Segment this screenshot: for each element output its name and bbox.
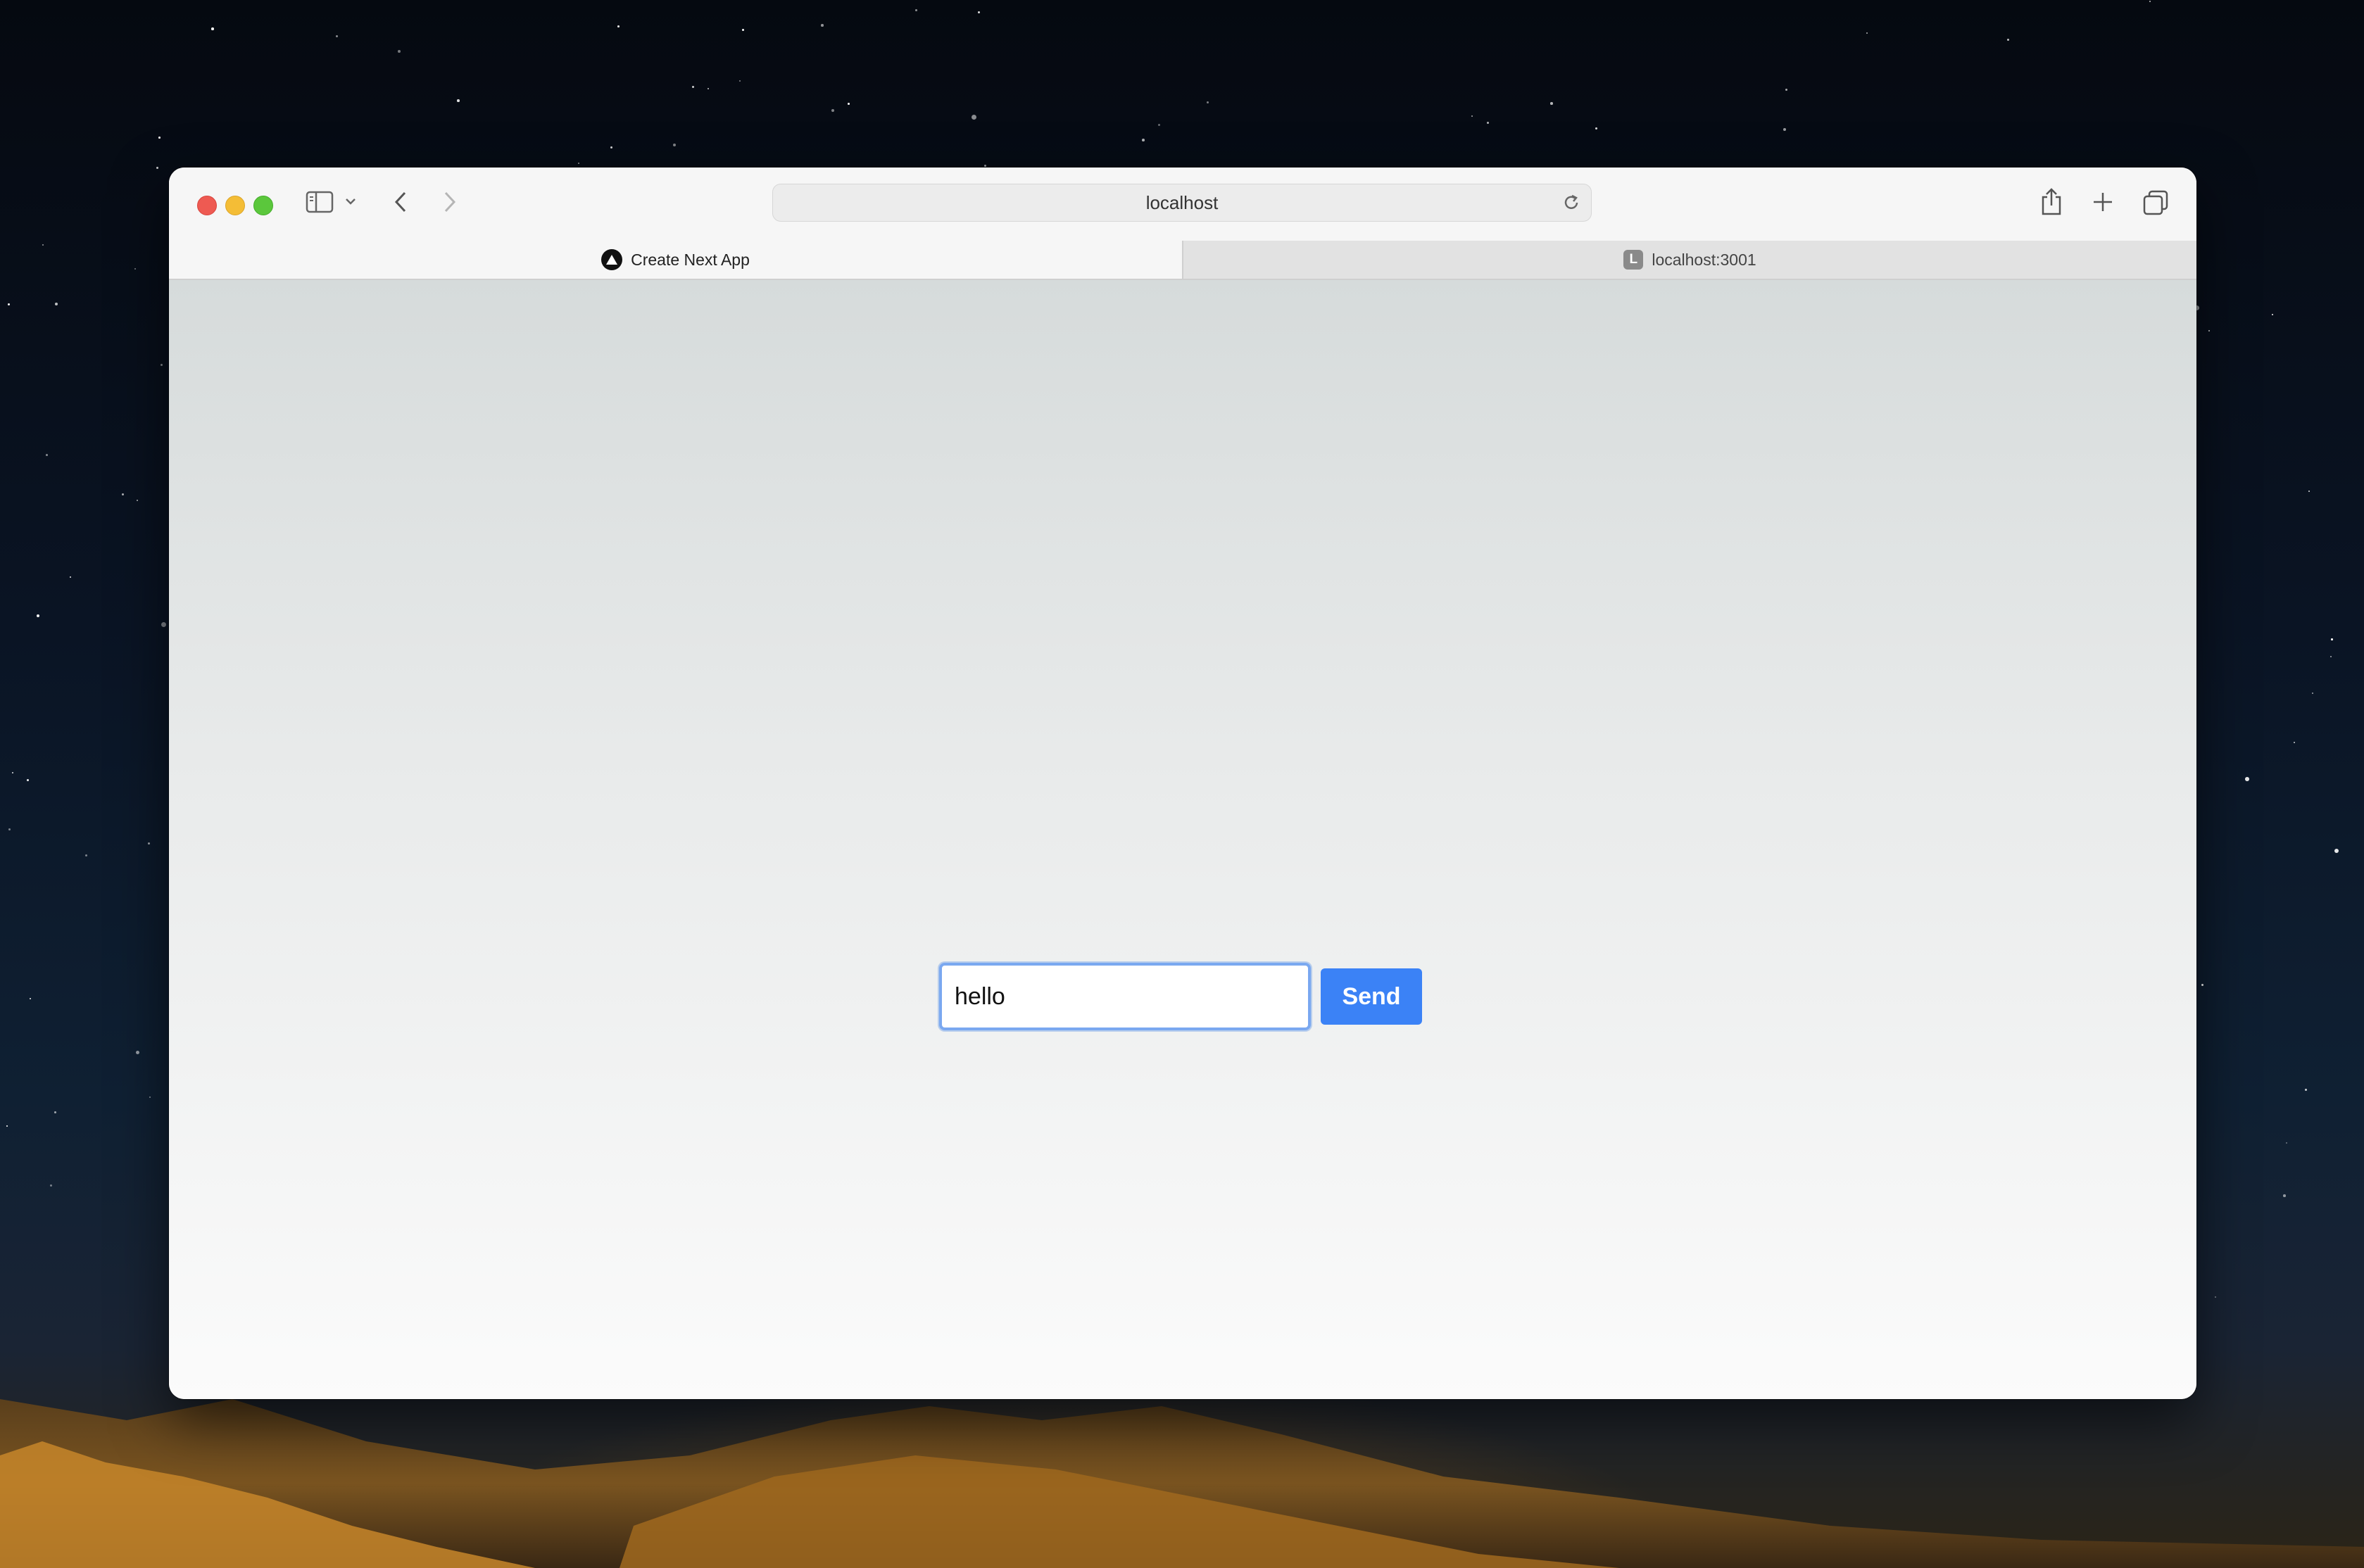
star bbox=[85, 854, 88, 857]
star bbox=[158, 137, 161, 139]
star bbox=[134, 268, 137, 270]
star bbox=[978, 11, 980, 13]
star bbox=[54, 1111, 56, 1113]
address-bar[interactable]: localhost bbox=[772, 184, 1592, 222]
star bbox=[578, 163, 580, 165]
star bbox=[122, 493, 125, 496]
star bbox=[673, 144, 676, 146]
minimize-window-button[interactable] bbox=[225, 196, 245, 215]
star bbox=[708, 88, 710, 90]
star bbox=[1471, 115, 1473, 117]
star bbox=[2283, 1194, 2286, 1197]
tab-create-next-app[interactable]: Create Next App bbox=[169, 241, 1182, 279]
star bbox=[457, 99, 460, 102]
star bbox=[831, 109, 835, 113]
tab-label: localhost:3001 bbox=[1652, 250, 1756, 269]
star bbox=[46, 454, 48, 456]
page-content: Send bbox=[169, 280, 2196, 1399]
tab-localhost-3001[interactable]: L localhost:3001 bbox=[1182, 241, 2196, 279]
star bbox=[336, 35, 339, 38]
star bbox=[2305, 1089, 2307, 1091]
browser-window: localhost Create Next App L localhost:30… bbox=[169, 167, 2196, 1399]
letter-l-icon: L bbox=[1623, 250, 1644, 270]
star bbox=[2294, 742, 2296, 744]
star bbox=[137, 500, 139, 502]
star bbox=[617, 25, 620, 27]
tab-overview-icon[interactable] bbox=[2142, 189, 2170, 217]
star bbox=[8, 303, 11, 306]
star bbox=[915, 9, 917, 11]
star bbox=[739, 80, 741, 82]
star bbox=[211, 27, 214, 30]
star bbox=[1550, 102, 1553, 105]
maximize-window-button[interactable] bbox=[253, 196, 273, 215]
star bbox=[8, 828, 11, 830]
star bbox=[610, 146, 613, 149]
star bbox=[6, 1125, 8, 1127]
browser-toolbar: localhost bbox=[169, 167, 2196, 241]
star bbox=[2007, 39, 2010, 42]
star bbox=[27, 779, 29, 781]
star bbox=[50, 1184, 53, 1187]
new-tab-icon[interactable] bbox=[2091, 190, 2115, 214]
reload-icon[interactable] bbox=[1561, 193, 1581, 213]
star bbox=[1487, 122, 1489, 124]
star bbox=[2308, 491, 2310, 493]
star bbox=[2215, 1296, 2217, 1298]
nextjs-icon bbox=[601, 249, 623, 270]
star bbox=[2245, 777, 2249, 781]
chevron-down-icon[interactable] bbox=[345, 197, 356, 206]
star bbox=[1595, 127, 1598, 130]
tab-label: Create Next App bbox=[631, 250, 750, 269]
star bbox=[12, 772, 14, 774]
star bbox=[984, 165, 986, 167]
star bbox=[136, 1051, 140, 1055]
star bbox=[821, 24, 824, 27]
star bbox=[2201, 984, 2204, 987]
star bbox=[55, 303, 58, 306]
star bbox=[1783, 128, 1786, 131]
star bbox=[1142, 139, 1145, 141]
message-form: Send bbox=[939, 963, 1422, 1030]
close-window-button[interactable] bbox=[197, 196, 217, 215]
star bbox=[30, 998, 32, 1000]
tab-bar: Create Next App L localhost:3001 bbox=[169, 241, 2196, 280]
star bbox=[2334, 849, 2339, 854]
star bbox=[398, 50, 401, 53]
star bbox=[156, 167, 158, 169]
star bbox=[1207, 101, 1209, 103]
star bbox=[2272, 314, 2274, 316]
star bbox=[742, 29, 745, 32]
star bbox=[161, 364, 163, 367]
message-input[interactable] bbox=[939, 963, 1311, 1030]
star bbox=[149, 1096, 151, 1099]
star bbox=[2208, 330, 2211, 332]
send-button[interactable]: Send bbox=[1321, 968, 1422, 1025]
star bbox=[148, 842, 151, 845]
star bbox=[1158, 124, 1161, 127]
share-icon[interactable] bbox=[2039, 187, 2063, 217]
star bbox=[1866, 32, 1868, 34]
star bbox=[1785, 89, 1787, 91]
star bbox=[42, 244, 44, 246]
back-icon[interactable] bbox=[393, 190, 408, 214]
star bbox=[161, 622, 167, 628]
star bbox=[2286, 1142, 2288, 1144]
star bbox=[37, 614, 39, 617]
address-text: localhost bbox=[1145, 191, 1219, 213]
star bbox=[70, 576, 72, 578]
forward-icon[interactable] bbox=[442, 190, 458, 214]
star bbox=[2330, 656, 2332, 658]
star bbox=[848, 103, 850, 105]
star bbox=[2149, 1, 2151, 3]
star bbox=[972, 115, 977, 120]
star bbox=[2331, 638, 2333, 640]
sidebar-toggle-icon[interactable] bbox=[306, 190, 334, 214]
star bbox=[692, 86, 694, 88]
star bbox=[2312, 693, 2314, 695]
